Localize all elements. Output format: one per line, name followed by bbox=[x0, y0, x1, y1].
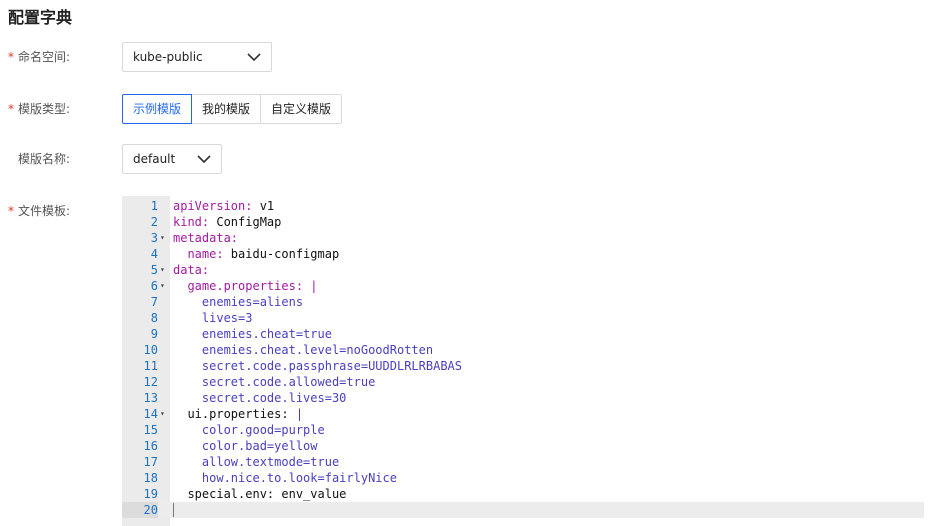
editor-line[interactable]: 3 ▾ metadata: bbox=[122, 230, 924, 246]
line-code: kind: ConfigMap bbox=[173, 215, 282, 229]
line-code: secret.code.lives=30 bbox=[201, 391, 347, 405]
template-name-label: 模版名称: bbox=[18, 152, 71, 166]
required-marker: * bbox=[8, 204, 14, 218]
line-code: enemies.cheat=true bbox=[201, 327, 332, 341]
editor-line[interactable]: 4 name: baidu-configmap bbox=[122, 246, 924, 262]
template-type-group: 示例模版 我的模版 自定义模版 bbox=[122, 94, 343, 124]
chevron-down-icon bbox=[247, 53, 261, 62]
fold-arrow-icon[interactable]: ▾ bbox=[160, 230, 168, 246]
line-code: color.bad=yellow bbox=[201, 439, 318, 453]
line-number: 8 bbox=[150, 311, 158, 325]
line-code: data: bbox=[173, 263, 210, 277]
line-number: 14 bbox=[143, 407, 158, 421]
line-code: ui.properties: | bbox=[187, 407, 304, 421]
editor-line[interactable]: 8 lives=3 bbox=[122, 310, 924, 326]
line-number: 17 bbox=[143, 455, 158, 469]
editor-line[interactable]: 20 bbox=[122, 502, 924, 518]
line-code: special.env: env_value bbox=[187, 487, 347, 501]
line-number: 18 bbox=[143, 471, 158, 485]
line-number: 19 bbox=[143, 487, 158, 501]
line-number: 3 bbox=[150, 231, 158, 245]
line-number: 11 bbox=[143, 359, 158, 373]
editor-line[interactable]: 12 secret.code.allowed=true bbox=[122, 374, 924, 390]
line-number: 15 bbox=[143, 423, 158, 437]
editor-line[interactable]: 19 special.env: env_value bbox=[122, 486, 924, 502]
file-template-label: * 文件模板: bbox=[8, 201, 70, 221]
template-name-value: default bbox=[133, 152, 176, 166]
line-code: secret.code.passphrase=UUDDLRLRBABAS bbox=[201, 359, 462, 373]
template-type-mine-button[interactable]: 我的模版 bbox=[191, 94, 262, 124]
line-code: enemies.cheat.level=noGoodRotten bbox=[201, 343, 434, 357]
line-code: apiVersion: v1 bbox=[173, 199, 275, 213]
editor-line[interactable]: 17 allow.textmode=true bbox=[122, 454, 924, 470]
line-number: 5 bbox=[150, 263, 158, 277]
editor-line[interactable]: 7 enemies=aliens bbox=[122, 294, 924, 310]
text-cursor bbox=[173, 503, 174, 517]
fold-arrow-icon[interactable]: ▾ bbox=[160, 262, 168, 278]
editor-line[interactable]: 2 kind: ConfigMap bbox=[122, 214, 924, 230]
code-editor[interactable]: 1 apiVersion: v1 2 kind: ConfigMap 3 ▾ metadat… bbox=[122, 196, 924, 526]
line-number: 4 bbox=[150, 247, 158, 261]
editor-line[interactable]: 5 ▾ data: bbox=[122, 262, 924, 278]
line-number: 7 bbox=[150, 295, 158, 309]
editor-line[interactable]: 11 secret.code.passphrase=UUDDLRLRBABAS bbox=[122, 358, 924, 374]
editor-line[interactable]: 14 ▾ ui.properties: | bbox=[122, 406, 924, 422]
line-code: secret.code.allowed=true bbox=[201, 375, 376, 389]
editor-line[interactable]: 13 secret.code.lives=30 bbox=[122, 390, 924, 406]
line-code: enemies=aliens bbox=[201, 295, 304, 309]
line-code: name: baidu-configmap bbox=[187, 247, 340, 261]
editor-line[interactable]: 15 color.good=purple bbox=[122, 422, 924, 438]
namespace-select[interactable]: kube-public bbox=[122, 42, 272, 72]
editor-line[interactable]: 16 color.bad=yellow bbox=[122, 438, 924, 454]
line-code: game.properties: | bbox=[187, 279, 318, 293]
template-name-select[interactable]: default bbox=[122, 144, 222, 174]
template-type-example-button[interactable]: 示例模版 bbox=[122, 94, 193, 124]
editor-line[interactable]: 6 ▾ game.properties: | bbox=[122, 278, 924, 294]
template-type-label: * 模版类型: bbox=[8, 99, 70, 119]
line-number: 2 bbox=[150, 215, 158, 229]
line-code: color.good=purple bbox=[201, 423, 325, 437]
namespace-value: kube-public bbox=[133, 50, 203, 64]
line-code: allow.textmode=true bbox=[201, 455, 340, 469]
fold-arrow-icon[interactable]: ▾ bbox=[160, 406, 168, 422]
line-number: 6 bbox=[150, 279, 158, 293]
chevron-down-icon bbox=[197, 155, 211, 164]
line-number: 20 bbox=[122, 502, 158, 518]
page-title: 配置字典 bbox=[8, 8, 73, 27]
line-code: metadata: bbox=[173, 231, 239, 245]
namespace-label: * 命名空间: bbox=[8, 47, 70, 67]
line-code: lives=3 bbox=[201, 311, 253, 325]
line-number: 12 bbox=[143, 375, 158, 389]
required-marker: * bbox=[8, 102, 14, 116]
line-number: 13 bbox=[143, 391, 158, 405]
line-code: how.nice.to.look=fairlyNice bbox=[201, 471, 397, 485]
required-marker: * bbox=[8, 50, 14, 64]
editor-line[interactable]: 10 enemies.cheat.level=noGoodRotten bbox=[122, 342, 924, 358]
editor-line[interactable]: 18 how.nice.to.look=fairlyNice bbox=[122, 470, 924, 486]
template-type-custom-button[interactable]: 自定义模版 bbox=[260, 94, 343, 124]
line-number: 16 bbox=[143, 439, 158, 453]
line-number: 9 bbox=[150, 327, 158, 341]
editor-line[interactable]: 9 enemies.cheat=true bbox=[122, 326, 924, 342]
fold-arrow-icon[interactable]: ▾ bbox=[160, 278, 168, 294]
editor-line[interactable]: 1 apiVersion: v1 bbox=[122, 198, 924, 214]
line-number: 1 bbox=[150, 199, 158, 213]
line-number: 10 bbox=[143, 343, 158, 357]
